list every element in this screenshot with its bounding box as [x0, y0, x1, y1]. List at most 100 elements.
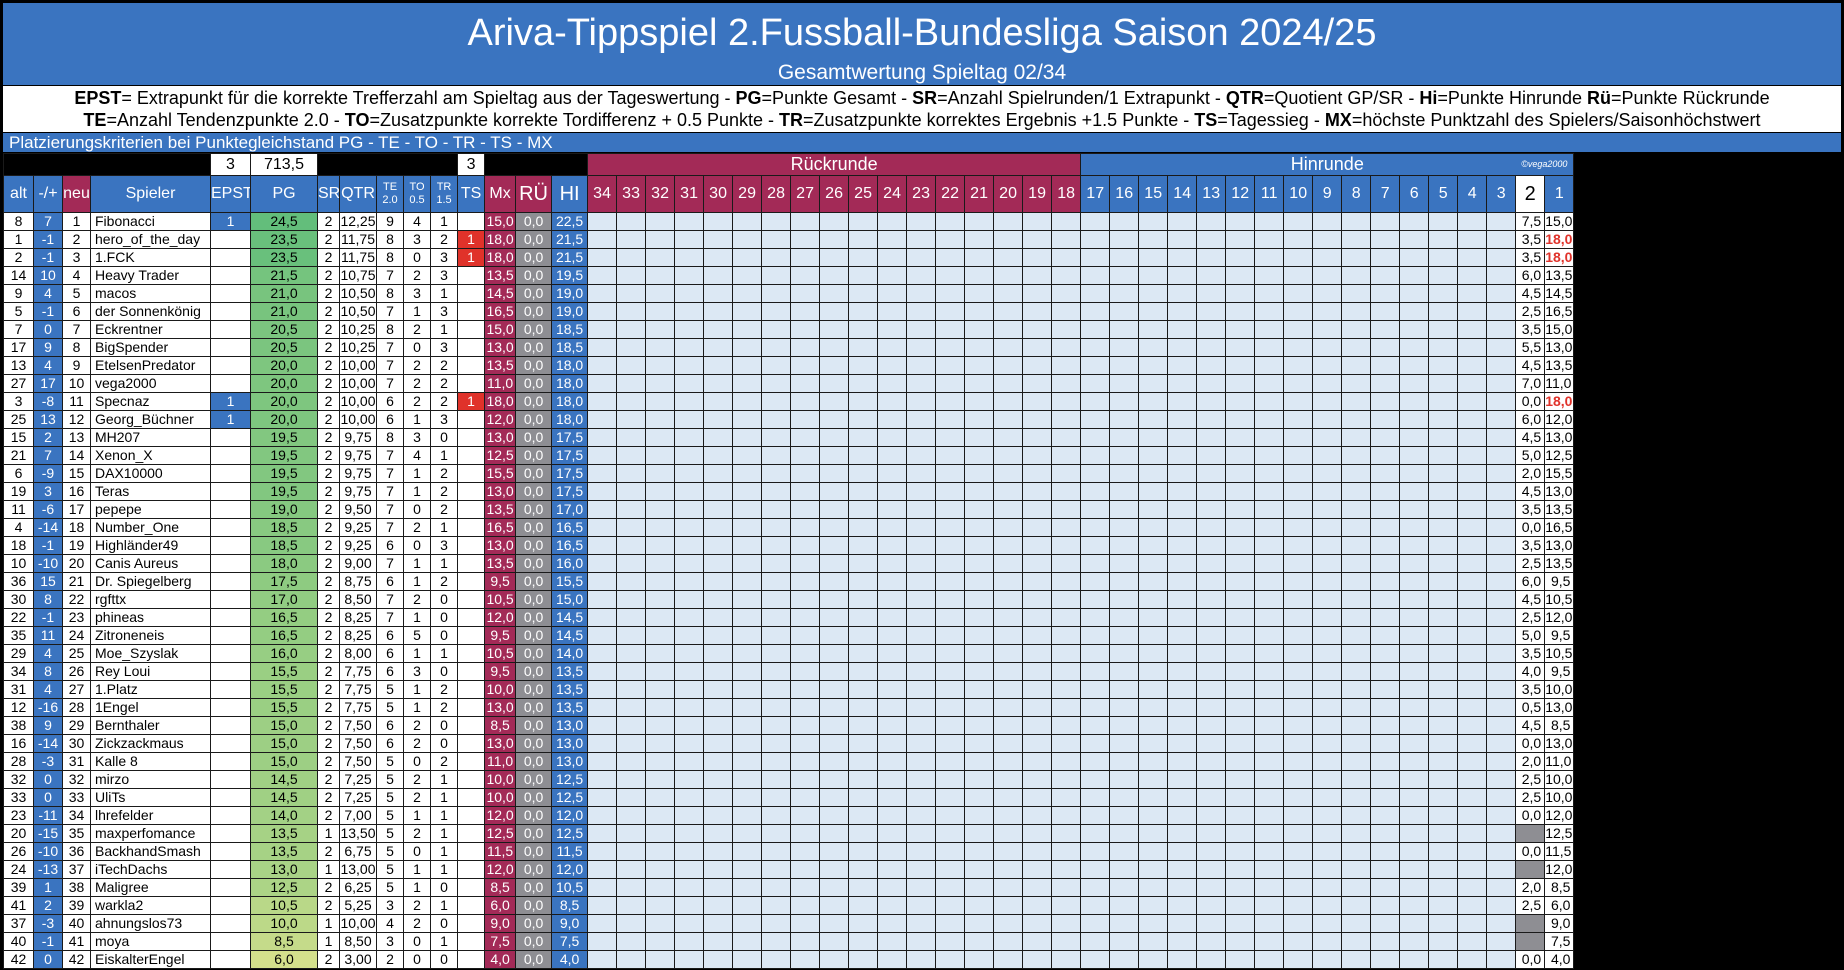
cell-epst [210, 914, 251, 933]
cell-round-empty [1167, 356, 1198, 375]
cell-round-empty [993, 266, 1024, 285]
cell-pg: 21,0 [250, 302, 318, 321]
cell-ts [457, 608, 486, 627]
cell-round-empty [1196, 806, 1227, 825]
cell-round-empty [674, 230, 705, 249]
cell-sr: 2 [317, 950, 340, 969]
cell-round-empty [1457, 554, 1488, 573]
cell-round-empty [761, 860, 792, 879]
cell-to: 1 [403, 464, 431, 483]
cell-pg: 15,5 [250, 680, 318, 699]
legend-text: =Tagessieg - [1217, 110, 1325, 130]
cell-round-empty [877, 698, 908, 717]
cell-round-empty [761, 266, 792, 285]
cell-round-empty [1312, 662, 1343, 681]
legend-key: QTR [1225, 88, 1264, 108]
cell-round-empty [790, 626, 821, 645]
cell-hi: 19,5 [551, 266, 589, 285]
cell-round-empty [1486, 554, 1517, 573]
cell-round-empty [877, 428, 908, 447]
cell-round-empty [1399, 608, 1430, 627]
cell-te: 7 [376, 464, 404, 483]
cell-round-empty [819, 248, 850, 267]
cell-tr: 1 [429, 896, 459, 915]
cell-round-empty [1138, 518, 1169, 537]
cell-round-empty [1254, 698, 1285, 717]
table-row: 5 -1 6 der Sonnenkönig 21,0 2 10,50 7 1 3 16,5 0,0 1… [3, 302, 1575, 321]
rueckrunde-label: Rückrunde [587, 153, 1082, 176]
cell-player-name: Moe_Szyslak [90, 644, 211, 663]
cell-tr: 2 [429, 230, 459, 249]
cell-te: 6 [376, 536, 404, 555]
cell-round-empty [1312, 212, 1343, 231]
cell-pg: 15,0 [250, 752, 318, 771]
cell-pg: 20,0 [250, 356, 318, 375]
cell-round-empty [993, 248, 1024, 267]
cell-round-empty [1051, 482, 1082, 501]
cell-round-empty [1486, 212, 1517, 231]
cell-round-empty [587, 266, 618, 285]
cell-round-empty [1225, 896, 1256, 915]
cell-round-empty [877, 842, 908, 861]
cell-round-empty [1080, 644, 1111, 663]
cell-round-empty [935, 644, 966, 663]
cell-change: 2 [33, 896, 63, 915]
table-row: 14 10 4 Heavy Trader 21,5 2 10,75 7 2 3 13,5 0,0 19,… [3, 266, 1575, 285]
cell-round-empty [587, 824, 618, 843]
cell-tr: 2 [429, 698, 459, 717]
cell-round-empty [1457, 878, 1488, 897]
cell-sr: 2 [317, 770, 340, 789]
cell-round-empty [993, 932, 1024, 951]
cell-round-empty [964, 518, 995, 537]
cell-round-2: 0,0 [1515, 734, 1546, 753]
col-header-round: 12 [1225, 175, 1256, 213]
cell-round-empty [616, 320, 647, 339]
cell-round-empty [964, 230, 995, 249]
cell-round-empty [790, 266, 821, 285]
cell-round-empty [848, 266, 879, 285]
cell-round-empty [935, 392, 966, 411]
cell-round-empty [993, 590, 1024, 609]
cell-round-empty [1283, 536, 1314, 555]
cell-round-empty [1486, 770, 1517, 789]
table-row: 18 -1 19 Highländer49 18,5 2 9,25 6 0 3 13,0 0,0 16,… [3, 536, 1575, 555]
cell-alt: 16 [3, 734, 34, 753]
cell-epst [210, 878, 251, 897]
cell-round-empty [1283, 212, 1314, 231]
cell-ts [457, 518, 486, 537]
cell-round-empty [1080, 482, 1111, 501]
cell-round-empty [1022, 878, 1053, 897]
cell-round-empty [587, 626, 618, 645]
cell-round-empty [1370, 770, 1401, 789]
col-header-tr: TR 1.5 [429, 175, 459, 213]
cell-ru: 0,0 [515, 500, 553, 519]
cell-round-empty [1312, 680, 1343, 699]
cell-round-1: 18,0 [1544, 248, 1575, 267]
cell-pg: 20,0 [250, 392, 318, 411]
cell-round-empty [1399, 482, 1430, 501]
cell-round-empty [1138, 806, 1169, 825]
cell-round-empty [1254, 500, 1285, 519]
cell-player-name: rgfttx [90, 590, 211, 609]
cell-round-empty [703, 860, 734, 879]
cell-hi: 18,0 [551, 392, 589, 411]
cell-ru: 0,0 [515, 302, 553, 321]
cell-pg: 18,5 [250, 518, 318, 537]
cell-tr: 2 [429, 680, 459, 699]
cell-round-empty [761, 284, 792, 303]
cell-round-empty [1312, 338, 1343, 357]
cell-mx: 12,0 [484, 806, 517, 825]
cell-tr: 0 [429, 878, 459, 897]
cell-round-empty [1457, 212, 1488, 231]
cell-round-empty [1138, 554, 1169, 573]
cell-round-empty [935, 284, 966, 303]
cell-round-empty [645, 896, 676, 915]
cell-round-empty [1428, 212, 1459, 231]
cell-round-empty [819, 824, 850, 843]
cell-round-empty [1167, 428, 1198, 447]
cell-round-2: 0,5 [1515, 698, 1546, 717]
cell-round-empty [1051, 842, 1082, 861]
cell-round-empty [1370, 644, 1401, 663]
cell-sr: 2 [317, 536, 340, 555]
cell-round-empty [1080, 266, 1111, 285]
